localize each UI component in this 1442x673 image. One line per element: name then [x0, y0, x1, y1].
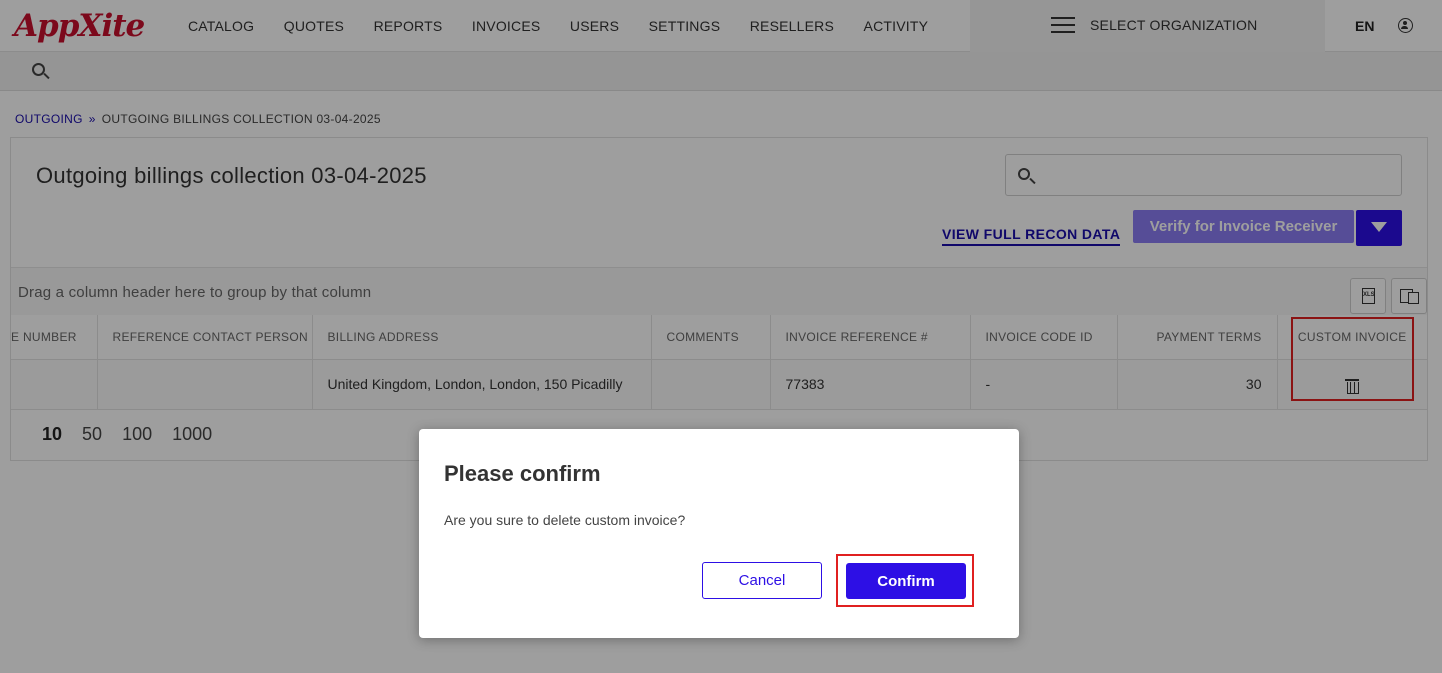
dialog-message: Are you sure to delete custom invoice?	[444, 512, 686, 528]
dialog-title: Please confirm	[444, 461, 601, 486]
confirm-dialog: Please confirm Are you sure to delete cu…	[419, 429, 1019, 638]
highlight-confirm	[836, 554, 974, 607]
cancel-button[interactable]: Cancel	[702, 562, 822, 599]
